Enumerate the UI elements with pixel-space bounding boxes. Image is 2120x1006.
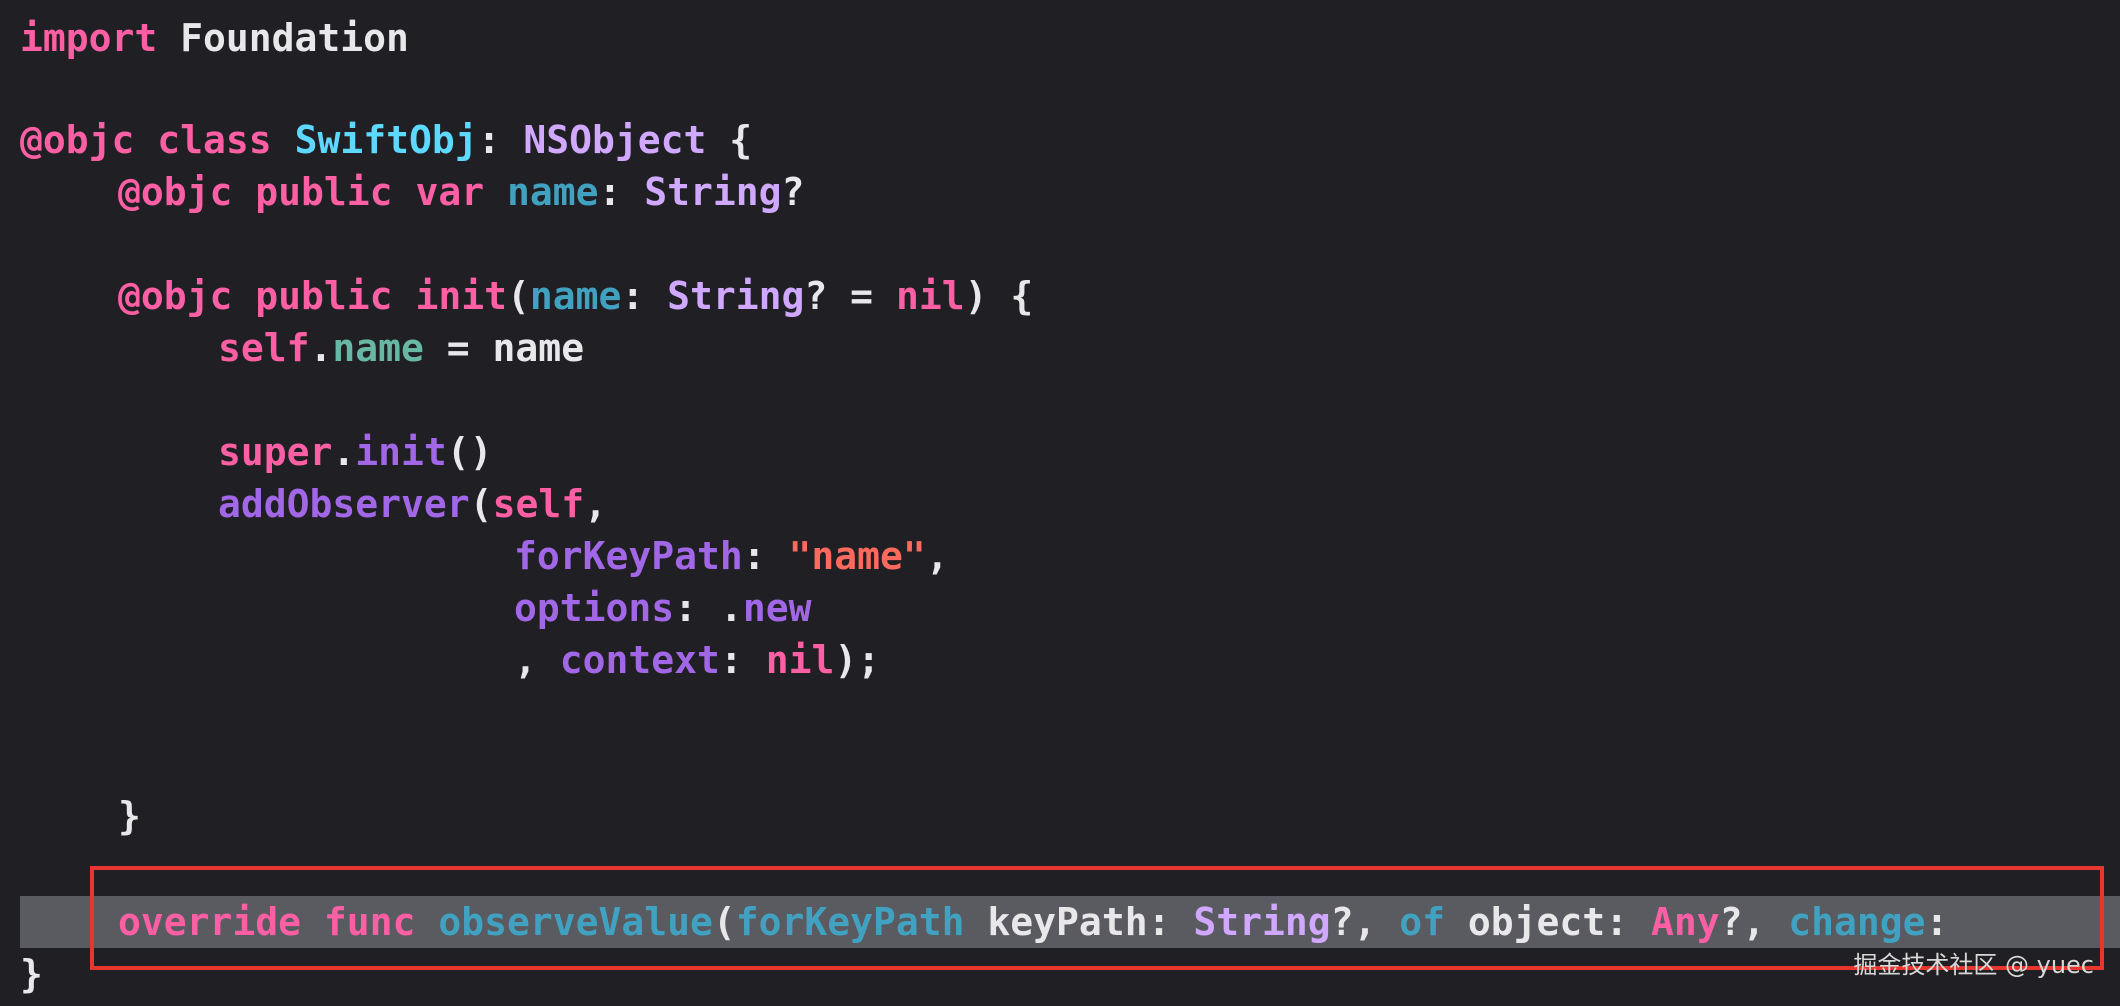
method-add-observer: addObserver [218,482,470,526]
parens: () [446,430,493,474]
keyword-super: super [218,430,333,474]
keyword-import: import [20,16,158,60]
type-string: String [644,170,782,214]
colon: : [719,638,766,682]
arg-label: options [514,586,675,630]
colon: : [742,534,789,578]
attribute-objc: @objc [118,274,233,318]
optional-mark: ? [781,170,805,214]
comma: , [925,534,949,578]
keyword-self: self [492,482,585,526]
close-brace: } [118,794,141,838]
keyword-self: self [218,326,310,370]
colon: : [598,170,645,214]
param-name: name [529,274,622,318]
member-new: new [742,586,812,630]
keyword-init: init [415,274,507,318]
property-name: name [506,170,599,214]
comma: , [514,638,560,682]
code-line-init-decl: @objc public init(name: String? = nil) { [118,270,1033,322]
type-string: String [667,274,805,318]
code-line-context: , context: nil); [514,634,880,686]
keyword-nil: nil [765,638,835,682]
dot: . [309,326,333,370]
open-paren: ( [506,274,530,318]
member-name: name [332,326,424,370]
arg-label: forKeyPath [514,534,743,578]
close-brace: } [20,952,43,996]
code-line-super-init: super.init() [218,426,493,478]
keyword-class: class [157,118,272,162]
string-literal: "name" [788,534,926,578]
code-line-for-key-path: forKeyPath: "name", [514,530,949,582]
close-paren-semicolon: ); [834,638,881,682]
code-line-var-decl: @objc public var name: String? [118,166,804,218]
open-paren: ( [469,482,493,526]
class-name: SwiftObj [294,118,478,162]
comma: , [584,482,607,526]
dot: . [332,430,356,474]
code-line-assign: self.name = name [218,322,584,374]
assign-rest: = name [423,326,585,370]
default-assign: ? = [804,274,896,318]
watermark: 掘金技术社区 @ yuec [1853,951,2094,979]
dot: . [719,586,743,630]
base-class: NSObject [523,118,707,162]
colon: : [674,586,720,630]
arg-label: context [559,638,720,682]
code-line-close-class: } [20,948,43,1000]
keyword-public: public [255,170,393,214]
colon: : [621,274,668,318]
keyword-var: var [415,170,485,214]
attribute-objc: @objc [118,170,233,214]
attribute-objc: @objc [20,118,135,162]
keyword-nil: nil [895,274,965,318]
open-brace: { [706,118,753,162]
code-line-close-init: } [118,790,141,842]
annotation-highlight-box [90,866,2104,970]
code-line-options: options: .new [514,582,811,634]
code-line-add-observer: addObserver(self, [218,478,607,530]
code-line-import: import Foundation [20,12,409,64]
colon: : [477,118,524,162]
module-name: Foundation [157,16,409,60]
code-editor[interactable]: import Foundation @objc class SwiftObj: … [0,0,2120,1006]
keyword-public: public [255,274,393,318]
close-paren-brace: ) { [964,274,1034,318]
method-init: init [355,430,447,474]
code-line-class-decl: @objc class SwiftObj: NSObject { [20,114,752,166]
